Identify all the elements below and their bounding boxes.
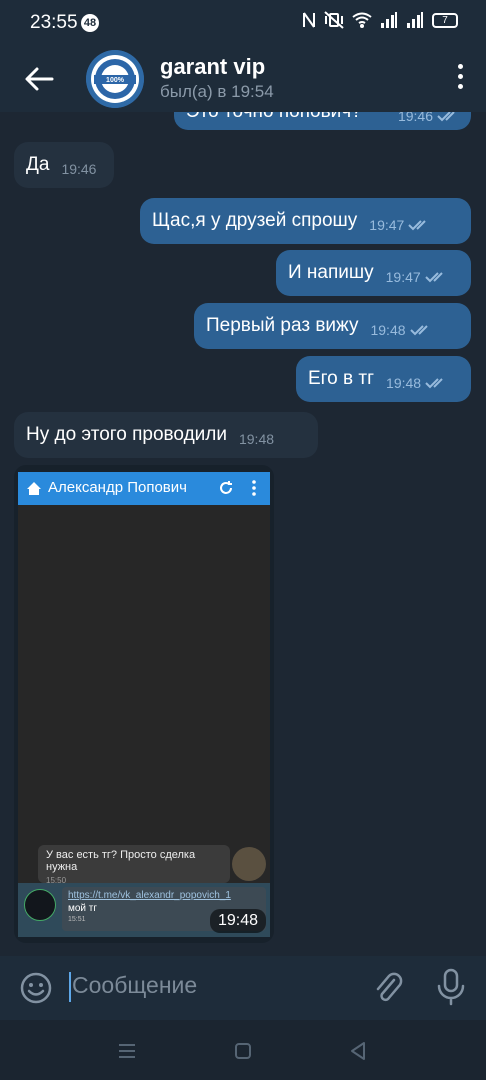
guarantee-badge-icon: 100%: [86, 50, 144, 108]
status-time: 23:55: [30, 12, 78, 33]
message-time: 19:48: [386, 375, 422, 391]
message-time: 19:47: [385, 269, 421, 285]
message-text: Его в тг: [308, 368, 375, 389]
recent-apps-icon[interactable]: [116, 1040, 138, 1062]
refresh-icon: [220, 481, 232, 494]
status-bar: 23:55 48 7: [0, 0, 486, 46]
emoji-icon[interactable]: [20, 972, 52, 1004]
message-text: Да: [26, 154, 50, 175]
back-arrow-icon[interactable]: [22, 62, 56, 96]
screenshot-header-title: Александр Попович: [48, 479, 187, 496]
battery-icon: 7: [432, 12, 458, 28]
message-bubble-outgoing[interactable]: И напишу 19:47: [276, 250, 471, 296]
photo-message[interactable]: Александр Попович У вас есть тг? Просто …: [14, 465, 274, 943]
message-time: 19:46: [397, 112, 433, 124]
attach-icon[interactable]: [372, 970, 404, 1006]
notification-count-badge: 48: [81, 14, 99, 32]
screenshot-link-thumb: [24, 889, 56, 921]
nfc-icon: [303, 12, 315, 28]
message-text: И напишу: [288, 262, 374, 283]
signal-icon-2: [407, 12, 423, 28]
message-bubble-outgoing[interactable]: Это точно попович? 19:46: [174, 112, 471, 130]
home-icon: [27, 482, 41, 495]
message-bubble-outgoing[interactable]: Щас,я у друзей спрошу 19:47: [140, 198, 471, 244]
status-icons: 7: [302, 11, 458, 29]
chat-title[interactable]: garant vip: [160, 54, 265, 80]
message-time: 19:48: [238, 431, 275, 447]
more-vertical-icon: [252, 480, 256, 496]
svg-text:100%: 100%: [106, 77, 125, 84]
photo-message-time: 19:48: [209, 909, 266, 933]
double-check-icon: [424, 272, 443, 283]
screenshot-app-header: Александр Попович: [18, 472, 270, 505]
message-text: Ну до этого проводили: [26, 424, 227, 445]
message-time: 19:48: [370, 322, 406, 338]
message-bubble-incoming[interactable]: Да 19:46: [14, 142, 114, 188]
screenshot-link: https://t.me/vk_alexandr_popovich_1: [68, 890, 231, 901]
text-cursor: [69, 972, 71, 1002]
home-button-icon[interactable]: [232, 1040, 254, 1062]
microphone-icon[interactable]: [436, 968, 466, 1006]
wifi-icon: [352, 12, 372, 28]
back-button-icon[interactable]: [347, 1040, 369, 1062]
message-text: Это точно попович?: [186, 112, 362, 123]
more-options-icon[interactable]: [456, 64, 464, 94]
signal-icon: [381, 12, 397, 28]
double-check-icon: [408, 220, 427, 231]
message-text: Первый раз вижу: [206, 315, 359, 336]
message-bubble-outgoing[interactable]: Первый раз вижу 19:48: [194, 303, 471, 349]
message-text: Щас,я у друзей спрошу: [152, 210, 358, 231]
screenshot-inner-text: У вас есть тг? Просто сделка нужна: [46, 849, 196, 873]
double-check-icon: [409, 325, 428, 336]
message-list[interactable]: Это точно попович? 19:46 Да 19:46 Щас,я …: [0, 112, 486, 952]
message-bubble-outgoing[interactable]: Его в тг 19:48: [296, 356, 471, 402]
message-input[interactable]: [72, 972, 352, 999]
mute-vibrate-icon: [324, 11, 344, 29]
chat-header: 100% garant vip был(а) в 19:54: [0, 46, 486, 112]
screenshot-inner-message: У вас есть тг? Просто сделка нужна 15:50: [38, 845, 230, 885]
double-check-icon: [437, 112, 455, 122]
last-seen-status: был(а) в 19:54: [160, 82, 274, 101]
message-input-bar: [0, 956, 486, 1020]
message-bubble-incoming[interactable]: Ну до этого проводили 19:48: [14, 412, 318, 458]
avatar[interactable]: 100%: [86, 50, 144, 108]
double-check-icon: [425, 378, 443, 389]
screenshot-avatar: [232, 847, 266, 881]
system-navigation-bar: [0, 1020, 486, 1080]
message-time: 19:47: [369, 217, 405, 233]
message-time: 19:46: [61, 161, 97, 177]
